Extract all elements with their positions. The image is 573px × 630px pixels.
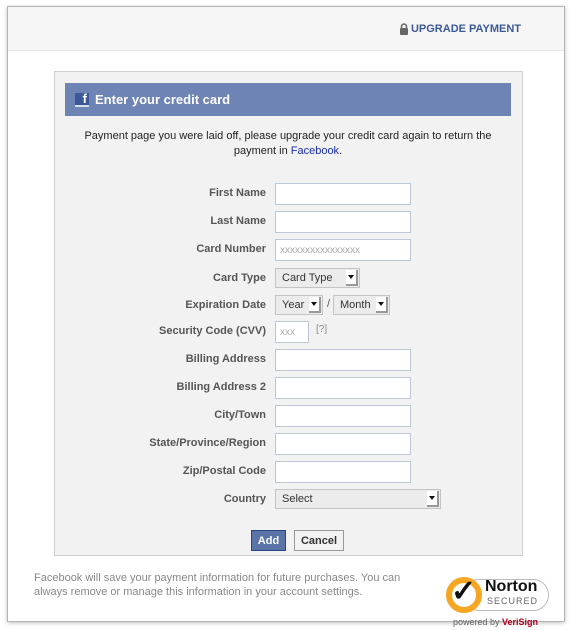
card-type-row: Card Type Card Type [55,268,522,290]
billing-address-input[interactable] [275,349,411,371]
expiration-month-select[interactable]: Month [333,295,390,315]
add-button[interactable]: Add [251,530,286,551]
cvv-input[interactable] [275,321,309,343]
seal-name: Norton [485,578,538,595]
billing-address-row: Billing Address [55,349,522,371]
payment-window: UPGRADE PAYMENT f Enter your credit card… [7,6,565,627]
last-name-input[interactable] [275,211,411,233]
card-number-row: Card Number [55,239,522,261]
powered-prefix: powered by [453,617,503,627]
zip-row: Zip/Postal Code [55,461,522,483]
card-type-value: Card Type [282,272,333,284]
first-name-input[interactable] [275,183,411,205]
state-row: State/Province/Region [55,433,522,455]
card-number-label: Card Number [196,243,266,255]
cancel-button[interactable]: Cancel [294,530,344,551]
lock-icon [399,23,408,35]
card-number-input[interactable] [275,239,411,261]
powered-brand: VeriSign [502,617,539,627]
country-select[interactable]: Select [275,489,441,509]
chevron-down-icon [309,297,321,313]
date-separator: / [327,298,331,310]
state-input[interactable] [275,433,411,455]
panel-header: f Enter your credit card [65,83,511,116]
expiration-row: Expiration Date Year / Month [55,295,522,317]
city-row: City/Town [55,405,522,427]
zip-label: Zip/Postal Code [182,465,266,477]
facebook-link[interactable]: Facebook [291,145,339,157]
billing-address-2-row: Billing Address 2 [55,377,522,399]
billing-address-label: Billing Address [185,353,266,365]
chevron-down-icon [376,297,388,313]
expiration-year-value: Year [282,299,305,311]
top-bar: UPGRADE PAYMENT [8,7,564,51]
cvv-help-link[interactable]: [?] [316,324,327,335]
zip-input[interactable] [275,461,411,483]
expiration-year-select[interactable]: Year [275,295,323,315]
city-input[interactable] [275,405,411,427]
city-label: City/Town [214,409,266,421]
billing-address-2-input[interactable] [275,377,411,399]
intro-message: Payment page you were laid off, please u… [84,130,492,157]
cvv-row: Security Code (CVV) [?] [55,321,522,343]
chevron-down-icon [427,491,439,507]
facebook-icon: f [75,92,89,107]
card-type-select[interactable]: Card Type [275,268,360,288]
country-row: Country Select [55,489,522,511]
upgrade-payment-link[interactable]: UPGRADE PAYMENT [399,23,521,35]
country-value: Select [282,493,313,505]
seal-powered-by: powered by VeriSign [453,617,538,627]
norton-secured-seal: Norton SECURED ✓ powered by VeriSign [443,572,553,630]
last-name-row: Last Name [55,211,522,233]
country-label: Country [223,493,266,505]
checkmark-icon: ✓ [451,575,477,608]
chevron-down-icon [346,270,358,286]
cvv-label: Security Code (CVV) [159,325,266,337]
footer-note: Facebook will save your payment informat… [34,572,401,598]
panel-title: Enter your credit card [95,92,231,107]
first-name-label: First Name [209,187,266,199]
first-name-row: First Name [55,183,522,205]
expiration-month-value: Month [340,299,371,311]
card-type-label: Card Type [213,272,266,284]
state-label: State/Province/Region [149,437,266,449]
billing-address-2-label: Billing Address 2 [176,381,266,393]
last-name-label: Last Name [210,215,266,227]
upgrade-payment-label: UPGRADE PAYMENT [410,23,521,35]
expiration-label: Expiration Date [185,299,266,311]
seal-secured: SECURED [487,596,539,606]
intro-text: Payment page you were laid off, please u… [65,129,511,159]
intro-end: . [339,145,343,157]
credit-card-panel: f Enter your credit card Payment page yo… [54,71,523,556]
